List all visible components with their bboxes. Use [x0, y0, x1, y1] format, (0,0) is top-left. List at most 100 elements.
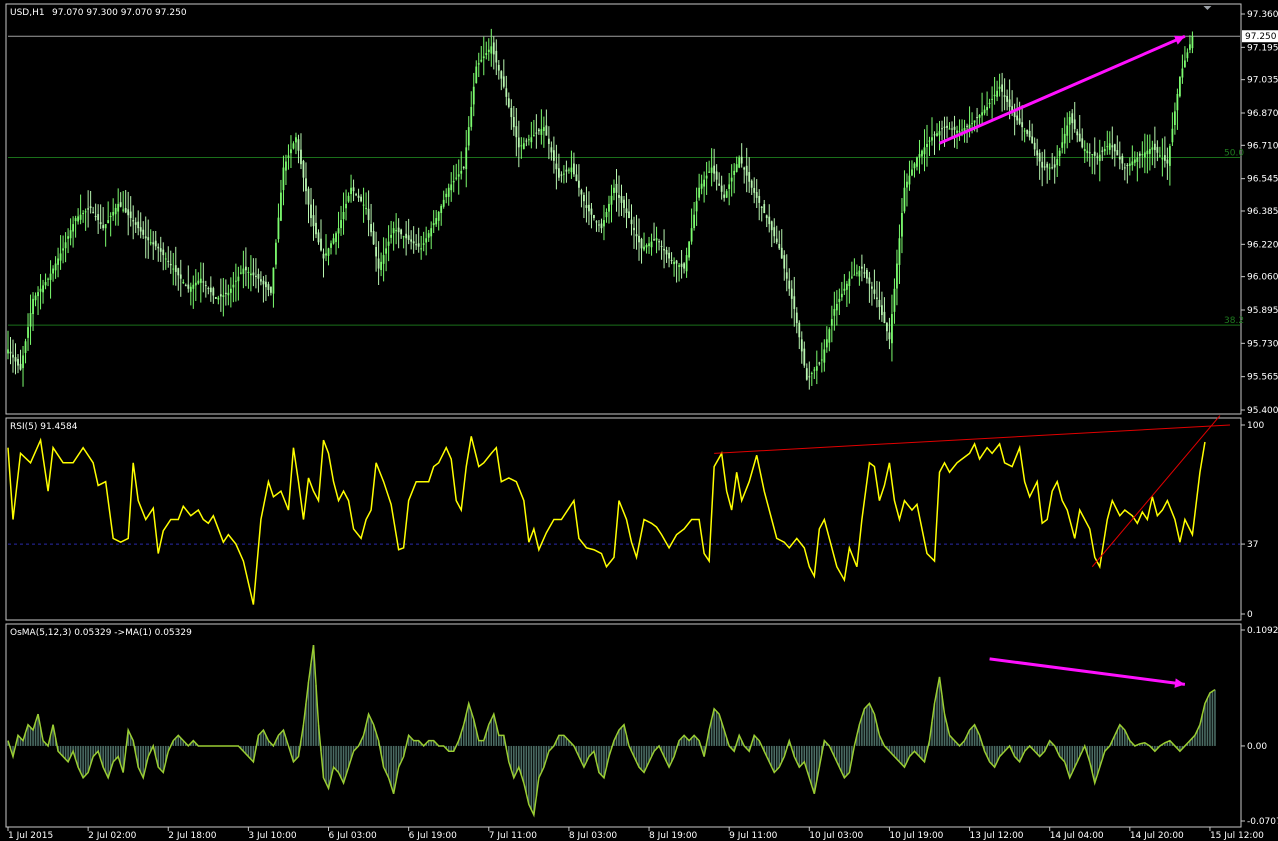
price-candle-body [1088, 152, 1091, 154]
price-ohlc-label: 97.070 97.300 97.070 97.250 [52, 8, 187, 18]
price-candle-body [1173, 111, 1176, 125]
price-candle-body [512, 117, 515, 128]
price-candle-body [1018, 118, 1021, 124]
price-candle-body [881, 305, 883, 316]
price-axis-tick-label: 96.060 [1247, 273, 1278, 283]
price-candle-body [893, 288, 896, 312]
price-candle-body [705, 175, 708, 179]
price-candle-body [588, 204, 590, 212]
price-candle-body [472, 86, 475, 105]
price-candle-body [515, 126, 518, 138]
price-candle-body [988, 102, 991, 104]
price-candle-body [467, 127, 470, 146]
price-candle-body [633, 227, 635, 231]
price-candle-body [798, 322, 801, 338]
price-candle-body [295, 137, 297, 143]
price-candle-body [896, 263, 898, 289]
price-candle-body [377, 258, 380, 269]
price-candle-body [12, 354, 14, 358]
price-candle-body [77, 216, 80, 222]
price-candle-body [545, 125, 548, 136]
price-candle-body [748, 172, 751, 182]
price-candle-body [87, 208, 90, 210]
price-candle-body [1138, 153, 1141, 156]
price-candle-body [112, 212, 115, 216]
price-candle-body [44, 282, 47, 286]
price-candle-body [810, 372, 813, 374]
price-candle-body [482, 56, 485, 59]
price-candle-body [422, 243, 425, 245]
price-candle-body [733, 170, 736, 175]
price-candle-body [174, 265, 177, 272]
price-candle-body [693, 214, 696, 229]
price-axis-tick-label: 97.035 [1247, 76, 1278, 86]
price-candle-body [7, 349, 9, 354]
price-candle-body [405, 233, 408, 239]
price-candle-body [357, 195, 360, 198]
price-candle-body [132, 220, 135, 222]
price-candle-body [625, 208, 628, 214]
price-candle-body [380, 261, 383, 271]
price-candle-body [260, 279, 262, 282]
price-axis-tick-label: 97.360 [1247, 10, 1278, 20]
price-candle-body [505, 88, 508, 97]
time-axis-label: 2 Jul 18:00 [168, 831, 217, 841]
price-candle-body [758, 196, 761, 203]
price-candle-body [1016, 115, 1019, 121]
price-candle-body [34, 295, 37, 301]
price-candle-body [700, 183, 703, 189]
price-candle-body [310, 204, 312, 219]
price-candle-body [89, 206, 92, 208]
price-candle-body [420, 248, 423, 250]
price-candle-body [144, 236, 147, 239]
price-candle-body [465, 147, 468, 170]
price-candle-body [770, 221, 773, 231]
price-candle-body [432, 223, 435, 226]
price-candle-body [262, 280, 265, 285]
price-candle-body [855, 272, 858, 274]
price-candle-body [222, 295, 225, 297]
time-axis-label: 8 Jul 03:00 [569, 831, 618, 841]
price-candle-body [966, 125, 968, 127]
price-candle-body [603, 220, 605, 227]
price-candle-body [442, 199, 445, 207]
price-candle-body [570, 167, 573, 173]
price-candle-body [1026, 129, 1029, 134]
price-axis-tick-label: 97.195 [1247, 43, 1278, 53]
price-candle-body [92, 211, 95, 213]
price-candle-body [978, 115, 981, 118]
price-candle-body [1023, 130, 1026, 132]
price-candle-body [1106, 146, 1109, 148]
price-candle-body [387, 241, 390, 246]
price-candle-body [708, 171, 711, 173]
price-candle-body [713, 165, 716, 174]
price-candle-body [635, 234, 638, 237]
time-axis-label: 13 Jul 12:00 [970, 831, 1024, 841]
price-candle-body [655, 238, 658, 241]
price-candle-body [52, 268, 54, 274]
price-candle-body [370, 224, 372, 233]
price-candle-body [675, 260, 678, 264]
time-axis-label: 3 Jul 10:00 [248, 831, 297, 841]
price-candle-body [1189, 44, 1191, 50]
price-candle-body [520, 145, 523, 147]
price-candle-body [755, 192, 758, 198]
price-candle-body [57, 258, 59, 265]
price-candle-body [1148, 149, 1151, 154]
price-candle-body [1048, 167, 1051, 169]
price-candle-body [350, 187, 352, 195]
price-candle-body [39, 288, 42, 292]
price-candle-body [653, 239, 655, 241]
price-candle-body [1076, 131, 1079, 136]
price-candle-body [257, 273, 260, 279]
price-candle-body [199, 278, 202, 283]
price-candle-body [595, 221, 598, 223]
price-candle-body [878, 299, 881, 307]
price-candle-body [340, 220, 342, 229]
price-candle-body [119, 202, 122, 207]
price-candle-body [327, 248, 330, 256]
price-candle-body [385, 248, 388, 254]
price-candle-body [668, 252, 670, 259]
price-candle-body [249, 273, 252, 276]
price-candle-body [993, 94, 996, 97]
